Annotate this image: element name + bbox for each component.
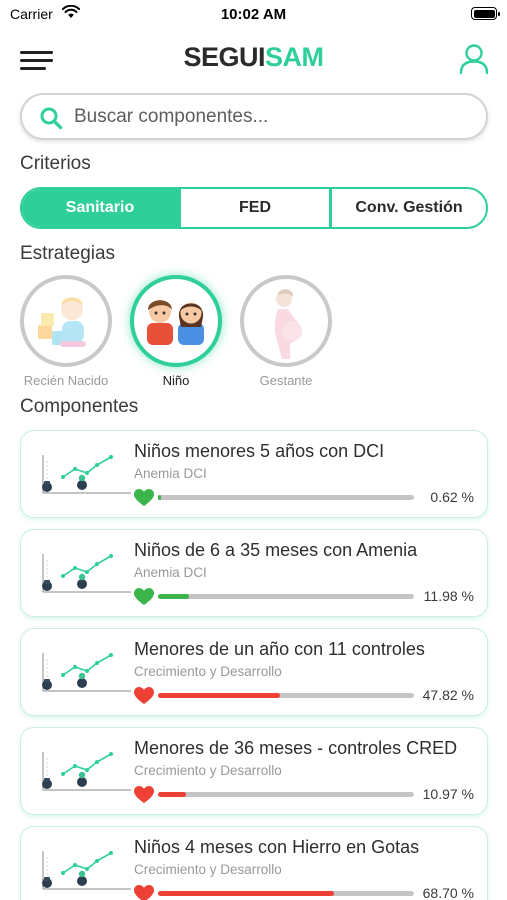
strategy-circle[interactable] (240, 275, 332, 367)
component-title: Menores de 36 meses - controles CRED (134, 738, 458, 758)
component-category: Crecimiento y Desarrollo (134, 664, 282, 679)
progress-bar-fill (158, 495, 162, 500)
component-percentage: 68.70 % (422, 885, 474, 900)
pregnant-icon (274, 289, 302, 359)
growth-chart-icon (35, 649, 135, 699)
progress-bar-fill (158, 594, 189, 599)
component-card[interactable]: Niños 4 meses con Hierro en Gotas Crecimi… (20, 826, 488, 900)
heart-icon (134, 786, 154, 803)
component-percentage: 47.82 % (422, 687, 474, 703)
progress-bar-fill (158, 792, 187, 797)
children-icon (147, 300, 204, 345)
strategy-circle[interactable] (130, 275, 222, 367)
search-bar[interactable] (20, 93, 488, 140)
component-category: Crecimiento y Desarrollo (134, 763, 282, 778)
heart-icon (134, 687, 154, 704)
app-logo: SEGUISAM (0, 42, 507, 73)
component-category: Anemia DCI (134, 565, 207, 580)
app-header: SEGUISAM (0, 40, 507, 84)
criteria-option-sanitario[interactable]: Sanitario (22, 189, 178, 227)
progress-bar (158, 792, 414, 797)
user-profile-icon[interactable] (459, 43, 489, 75)
component-title: Menores de un año con 11 controles (134, 639, 425, 659)
logo-part-1: SEGUI (183, 42, 266, 72)
criteria-title: Criterios (20, 153, 91, 174)
progress-bar-fill (158, 693, 281, 698)
search-input[interactable] (74, 104, 474, 130)
strategy-nino[interactable]: Niño (130, 275, 222, 388)
progress-bar (158, 693, 414, 698)
component-card[interactable]: Niños de 6 a 35 meses con Amenia Anemia D… (20, 529, 488, 617)
logo-part-2: SAM (265, 42, 324, 72)
progress-bar (158, 594, 414, 599)
strategies-title: Estrategias (20, 243, 116, 264)
growth-chart-icon (35, 748, 135, 798)
progress-bar (158, 891, 414, 896)
heart-icon (134, 588, 154, 605)
criteria-segmented-control: Sanitario FED Conv. Gestión (20, 187, 488, 229)
heart-icon (134, 885, 154, 900)
strategy-recien-nacido[interactable]: Recién Nacido (20, 275, 112, 388)
component-percentage: 10.97 % (422, 786, 474, 802)
status-bar: Carrier 10:02 AM (0, 0, 507, 30)
growth-chart-icon (35, 451, 135, 501)
component-category: Crecimiento y Desarrollo (134, 862, 282, 877)
criteria-option-fed[interactable]: FED (181, 189, 329, 227)
heart-icon (134, 489, 154, 506)
component-card[interactable]: Menores de 36 meses - controles CRED Crec… (20, 727, 488, 815)
components-title: Componentes (20, 396, 139, 417)
strategy-label: Gestante (259, 373, 313, 388)
strategy-circle[interactable] (20, 275, 112, 367)
component-card[interactable]: Niños menores 5 años con DCI Anemia DCI 0.… (20, 430, 488, 518)
growth-chart-icon (35, 550, 135, 600)
component-title: Niños de 6 a 35 meses con Amenia (134, 540, 418, 560)
component-title: Niños 4 meses con Hierro en Gotas (134, 837, 420, 857)
growth-chart-icon (35, 847, 135, 897)
newborn-icon (38, 297, 86, 347)
clock: 10:02 AM (220, 6, 287, 23)
progress-bar (158, 495, 414, 500)
battery-icon (471, 7, 500, 20)
strategy-gestante[interactable]: Gestante (240, 275, 332, 388)
component-card[interactable]: Menores de un año con 11 controles Crecim… (20, 628, 488, 716)
component-percentage: 11.98 % (423, 588, 474, 604)
criteria-option-conv-gestion[interactable]: Conv. Gestión (332, 189, 486, 227)
component-category: Anemia DCI (134, 466, 207, 481)
component-title: Niños menores 5 años con DCI (134, 441, 385, 461)
component-percentage: 0.62 % (430, 489, 474, 505)
progress-bar-fill (158, 891, 334, 896)
search-icon (40, 107, 63, 130)
